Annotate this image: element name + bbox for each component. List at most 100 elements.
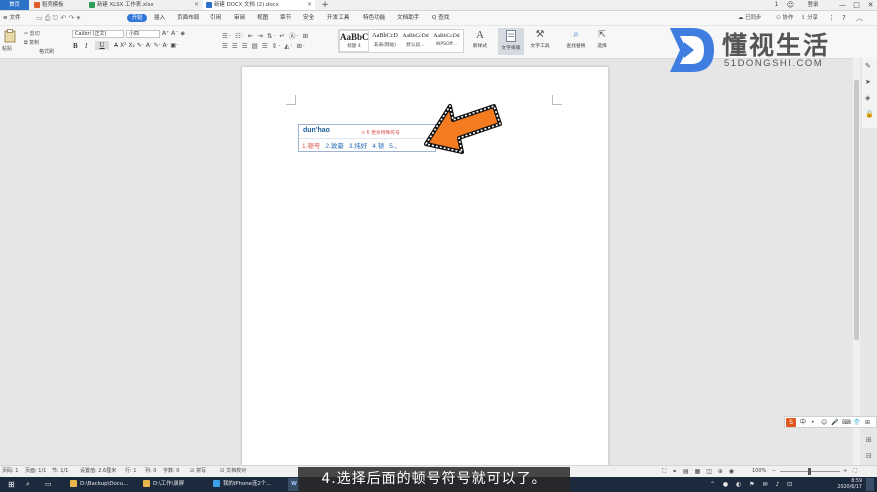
tab-xlsx[interactable]: 新建 XLSX 工作表.xlsx ✕ bbox=[86, 0, 202, 10]
status-col[interactable]: 列: 0 bbox=[145, 466, 156, 477]
pointer-icon[interactable]: ➤ bbox=[865, 78, 871, 86]
style-heading4[interactable]: AaBbC 标题 4 bbox=[339, 30, 369, 52]
style-wpsoffice[interactable]: AaBbCcDd WPSOff... bbox=[431, 30, 462, 52]
menu-review[interactable]: 审阅 bbox=[234, 11, 245, 25]
clock[interactable]: 8:59 2020/6/17 bbox=[828, 478, 862, 491]
ime-keyboard-icon[interactable]: ⌨ bbox=[842, 417, 851, 428]
collapse-ribbon-icon[interactable]: ︿ bbox=[856, 11, 863, 25]
collab-button[interactable]: ⚇ 协作 bbox=[776, 11, 793, 25]
search-icon[interactable]: ⌕ bbox=[26, 478, 30, 491]
menu-view[interactable]: 视图 bbox=[257, 11, 268, 25]
zoom-out-icon[interactable]: − bbox=[772, 466, 776, 477]
menu-search[interactable]: Q 查找 bbox=[432, 11, 449, 25]
text-layout-button[interactable]: 文字排版 bbox=[498, 28, 524, 55]
more-options-icon[interactable]: ⋮ bbox=[828, 11, 835, 25]
tab-docx[interactable]: 新建 DOCX 文档 (2).docx ✕ bbox=[203, 0, 315, 10]
tray-icons[interactable]: ⌃ ● ◐ ⚑ ✉ ♪ ⊡ bbox=[710, 478, 795, 491]
status-row[interactable]: 行: 1 bbox=[125, 466, 136, 477]
menu-start[interactable]: 开始 bbox=[127, 14, 147, 22]
maximize-button[interactable]: □ bbox=[850, 0, 863, 10]
minimize-button[interactable]: — bbox=[836, 0, 849, 10]
user-avatar-icon[interactable]: ☺ bbox=[784, 0, 797, 10]
format-painter-button[interactable]: 格式刷 bbox=[39, 48, 54, 55]
status-section[interactable]: 节: 1/1 bbox=[52, 466, 68, 477]
ime-candidate[interactable]: 4.顿 bbox=[372, 143, 384, 150]
zoom-level[interactable]: 100% bbox=[752, 466, 766, 477]
status-setting[interactable]: 设置值: 2.6厘米 bbox=[80, 466, 116, 477]
scroll-thumb[interactable] bbox=[854, 80, 859, 340]
share-button[interactable]: ⇪ 分享 bbox=[801, 11, 818, 25]
taskbar-item-iphone[interactable]: 我的iPhone连2个... bbox=[213, 478, 283, 491]
taskbar-item-explorer-backup[interactable]: D:\Backup\Docu... bbox=[70, 478, 136, 491]
status-spell-check[interactable]: ☑ 拼写 bbox=[190, 466, 206, 477]
login-link[interactable]: 登录 bbox=[798, 0, 828, 10]
menu-special-features[interactable]: 特色功能 bbox=[363, 11, 385, 25]
fit-page-icon[interactable]: ⛶ bbox=[853, 466, 857, 477]
paste-button[interactable]: 粘贴 bbox=[2, 45, 12, 52]
ime-language-toggle[interactable]: 中 bbox=[800, 417, 806, 428]
quick-access-icons[interactable]: ▭ ⎙ ⎋ ↶ ↷ ▾ bbox=[36, 11, 80, 25]
taskbar-item-explorer-recording[interactable]: D:\工作\录屏 bbox=[143, 478, 203, 491]
ime-punct-icon[interactable]: • bbox=[811, 417, 815, 428]
status-compat[interactable]: ☑ 文档校对 bbox=[220, 466, 246, 477]
bold-button[interactable]: B bbox=[73, 42, 78, 50]
sogou-ime-icon[interactable]: S bbox=[786, 418, 796, 427]
ime-candidate[interactable]: 3.炖好 bbox=[349, 143, 367, 150]
close-tab-icon[interactable]: ✕ bbox=[194, 0, 199, 10]
style-default-para[interactable]: AaBbCcDd 默认段... bbox=[400, 30, 431, 52]
style-non-table[interactable]: AaBbCcD 非表(网站) bbox=[370, 30, 400, 52]
find-replace-button[interactable]: ⌕ 查找替换 bbox=[562, 28, 590, 55]
italic-button[interactable]: I bbox=[85, 42, 87, 50]
font-grow-shrink-icons[interactable]: A⁺ A⁻ ◈ bbox=[162, 30, 185, 37]
status-page-number[interactable]: 页码: 1 bbox=[2, 466, 18, 477]
menu-security[interactable]: 安全 bbox=[303, 11, 314, 25]
list-indent-icons[interactable]: ☰· ☷· ⇤ ⇥ ⇅· ↵ Ⓐ· ⊞ bbox=[222, 30, 309, 40]
help-icon[interactable]: ? bbox=[842, 11, 846, 25]
tab-docer-templates[interactable]: 稻壳模板 bbox=[31, 0, 83, 10]
font-size-select[interactable]: 小四 bbox=[126, 30, 160, 38]
status-word-count[interactable]: 字数: 0 bbox=[163, 466, 179, 477]
sync-status[interactable]: ☁ 已同步 bbox=[738, 11, 761, 25]
menu-doc-assistant[interactable]: 文档助手 bbox=[397, 11, 419, 25]
ime-voice-icon[interactable]: 🎤 bbox=[831, 417, 838, 428]
close-tab-icon[interactable]: ✕ bbox=[307, 0, 312, 10]
new-tab-button[interactable]: + bbox=[320, 0, 330, 10]
ime-emoji-icon[interactable]: ☺ bbox=[821, 417, 827, 428]
lock-icon[interactable]: 🔒 bbox=[865, 110, 874, 118]
close-window-button[interactable]: ✕ bbox=[864, 0, 877, 10]
shrink-icon[interactable]: ⊟ bbox=[866, 452, 872, 460]
show-desktop-button[interactable] bbox=[866, 478, 874, 491]
menu-file[interactable]: ≡ 文件 bbox=[3, 11, 21, 25]
underline-button[interactable]: U bbox=[95, 41, 109, 50]
menu-references[interactable]: 引用 bbox=[210, 11, 221, 25]
menu-section[interactable]: 章节 bbox=[280, 11, 291, 25]
menu-insert[interactable]: 插入 bbox=[154, 11, 165, 25]
ime-candidate[interactable]: 5.、 bbox=[389, 143, 401, 150]
expand-icon[interactable]: ⊞ bbox=[866, 436, 872, 444]
zoom-in-icon[interactable]: + bbox=[843, 466, 847, 477]
status-page-of[interactable]: 页面: 1/1 bbox=[25, 466, 46, 477]
vertical-scrollbar[interactable] bbox=[853, 58, 860, 470]
cut-button[interactable]: ✂ 剪切 bbox=[24, 30, 40, 37]
task-view-icon[interactable]: ▭ bbox=[45, 478, 52, 491]
align-icons[interactable]: ☰ ☰ ☰ ▤ ☰ ⇕· ◭· ⊞· bbox=[222, 42, 306, 50]
tab-home[interactable]: 首页 bbox=[0, 0, 29, 10]
view-mode-icons[interactable]: ⛶ ⚭ ▤ ▦ ◫ ⊕ ◉ bbox=[662, 466, 736, 477]
copy-button[interactable]: ⧉ 复制 bbox=[24, 39, 39, 46]
menu-developer[interactable]: 开发工具 bbox=[327, 11, 349, 25]
new-style-button[interactable]: A 新样式 bbox=[466, 28, 494, 55]
text-effect-icons[interactable]: A̶ X² X₂ ✎· A· ✎· A· ▣· bbox=[114, 42, 178, 49]
text-tools-button[interactable]: ⚒ 文字工具 bbox=[526, 28, 554, 55]
pen-icon[interactable]: ✎ bbox=[865, 62, 871, 70]
font-name-select[interactable]: Calibri (正文) bbox=[72, 30, 124, 38]
menu-page-layout[interactable]: 页面布局 bbox=[177, 11, 199, 25]
ime-candidate[interactable]: 1.顿号 bbox=[302, 143, 320, 150]
paste-icon[interactable] bbox=[4, 29, 16, 43]
ime-toolbox-icon[interactable]: ⊞ bbox=[865, 417, 870, 428]
select-button[interactable]: ⇱ 选择 bbox=[591, 28, 613, 55]
ime-candidate[interactable]: 2.敦豪 bbox=[325, 143, 343, 150]
shapes-icon[interactable]: ◈ bbox=[865, 94, 870, 102]
windows-start-icon[interactable]: ⊞ bbox=[8, 478, 15, 491]
zoom-slider-thumb[interactable] bbox=[808, 468, 811, 475]
ime-more-symbols-link[interactable]: ⊙ 6 更多特殊符号 bbox=[361, 129, 400, 136]
